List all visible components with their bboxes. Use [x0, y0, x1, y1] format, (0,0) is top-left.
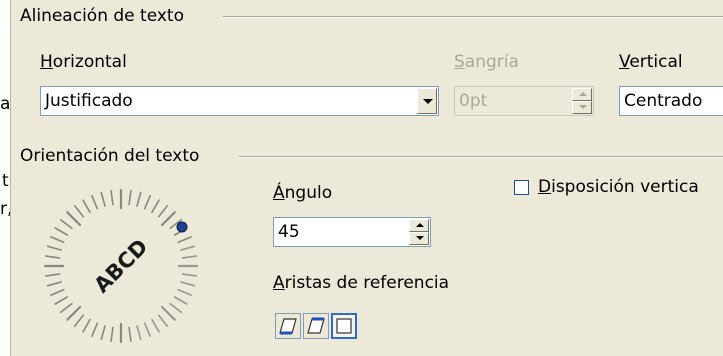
- vertical-alignment-value: Centrado: [624, 91, 703, 111]
- dial-tick: [157, 314, 169, 328]
- indent-spinner[interactable]: [572, 88, 592, 114]
- dial-tick: [143, 194, 151, 210]
- vertical-label: Vertical: [619, 52, 683, 72]
- horizontal-label: Horizontal: [40, 52, 127, 72]
- vertical-alignment-dropdown[interactable]: Centrado: [619, 86, 723, 116]
- reference-edge-top-button[interactable]: [303, 313, 329, 339]
- dial-sample-text: ABCD: [89, 234, 152, 297]
- dial-tick: [169, 302, 183, 314]
- dial-tick: [44, 255, 61, 259]
- text-orientation-heading: Orientación del texto: [20, 146, 200, 166]
- dial-tick: [136, 325, 142, 341]
- dial-tick: [46, 245, 62, 251]
- dial-tick: [73, 204, 85, 218]
- chevron-down-icon[interactable]: [417, 88, 437, 114]
- dial-tick: [128, 326, 132, 343]
- text-alignment-heading: Alineación de texto: [20, 6, 184, 26]
- reference-edge-inside-button[interactable]: [331, 313, 357, 339]
- dial-tick: [82, 318, 91, 333]
- dial-tick: [54, 296, 69, 305]
- dial-tick: [181, 273, 198, 277]
- spin-down-icon[interactable]: [572, 101, 592, 114]
- dial-tick: [91, 194, 99, 210]
- vertical-stack-label[interactable]: Disposición vertica: [538, 177, 699, 197]
- parallelogram-top-icon: [307, 317, 325, 334]
- spin-down-icon[interactable]: [409, 232, 429, 245]
- dial-tick: [160, 211, 176, 227]
- dial-tick: [46, 281, 62, 287]
- rotation-dial[interactable]: ABCD: [33, 176, 209, 346]
- parallelogram-bottom-icon: [279, 318, 297, 335]
- dial-tick: [59, 302, 73, 314]
- section-divider: [239, 156, 723, 158]
- dial-tick: [66, 305, 82, 321]
- dial-tick: [151, 199, 160, 214]
- angle-spinner[interactable]: [409, 219, 429, 245]
- dial-tick: [59, 218, 73, 230]
- indent-spinbox[interactable]: 0pt: [454, 86, 594, 116]
- dial-tick: [136, 191, 142, 207]
- background-text-fragment: t: [2, 171, 9, 191]
- dial-tick: [49, 288, 65, 296]
- dial-tick: [44, 273, 61, 277]
- dial-tick: [177, 288, 192, 296]
- section-divider: [223, 16, 723, 18]
- dial-tick: [91, 322, 99, 337]
- dial-tick: [180, 281, 196, 287]
- dial-tick: [110, 326, 114, 343]
- alignment-dialog-panel: Alineación de texto Horizontal Justifica…: [10, 0, 723, 356]
- dial-tick: [157, 204, 169, 218]
- angle-spinbox[interactable]: 45: [273, 217, 431, 247]
- dial-tick: [49, 236, 65, 244]
- dial-tick: [181, 255, 198, 259]
- angle-label: Ángulo: [273, 183, 333, 203]
- angle-value: 45: [278, 222, 300, 242]
- spin-up-icon[interactable]: [572, 88, 592, 101]
- indent-value: 0pt: [459, 91, 488, 111]
- horizontal-alignment-dropdown[interactable]: Justificado: [40, 86, 439, 116]
- dial-tick: [177, 236, 192, 244]
- spin-up-icon[interactable]: [409, 219, 429, 232]
- reference-edge-bottom-button[interactable]: [275, 313, 301, 339]
- dial-tick: [110, 189, 114, 206]
- vertical-stack-checkbox[interactable]: [514, 180, 529, 195]
- indent-label: Sangría: [454, 52, 519, 72]
- dial-tick: [128, 189, 132, 206]
- dial-tick: [54, 227, 69, 236]
- dial-tick: [173, 296, 188, 305]
- dial-tick: [180, 245, 196, 251]
- background-text-fragment: a: [0, 94, 11, 114]
- cell-inside-icon: [336, 318, 352, 334]
- reference-edge-label: Aristas de referencia: [273, 273, 450, 293]
- dial-tick: [100, 191, 106, 207]
- dial-tick: [73, 314, 85, 328]
- dial-tick: [66, 211, 82, 227]
- dial-tick: [100, 325, 106, 341]
- horizontal-alignment-value: Justificado: [45, 91, 133, 111]
- dial-tick: [151, 318, 160, 333]
- dial-tick: [82, 199, 91, 214]
- dial-angle-marker[interactable]: [176, 221, 188, 233]
- dial-tick: [143, 322, 151, 337]
- dial-tick: [160, 305, 176, 321]
